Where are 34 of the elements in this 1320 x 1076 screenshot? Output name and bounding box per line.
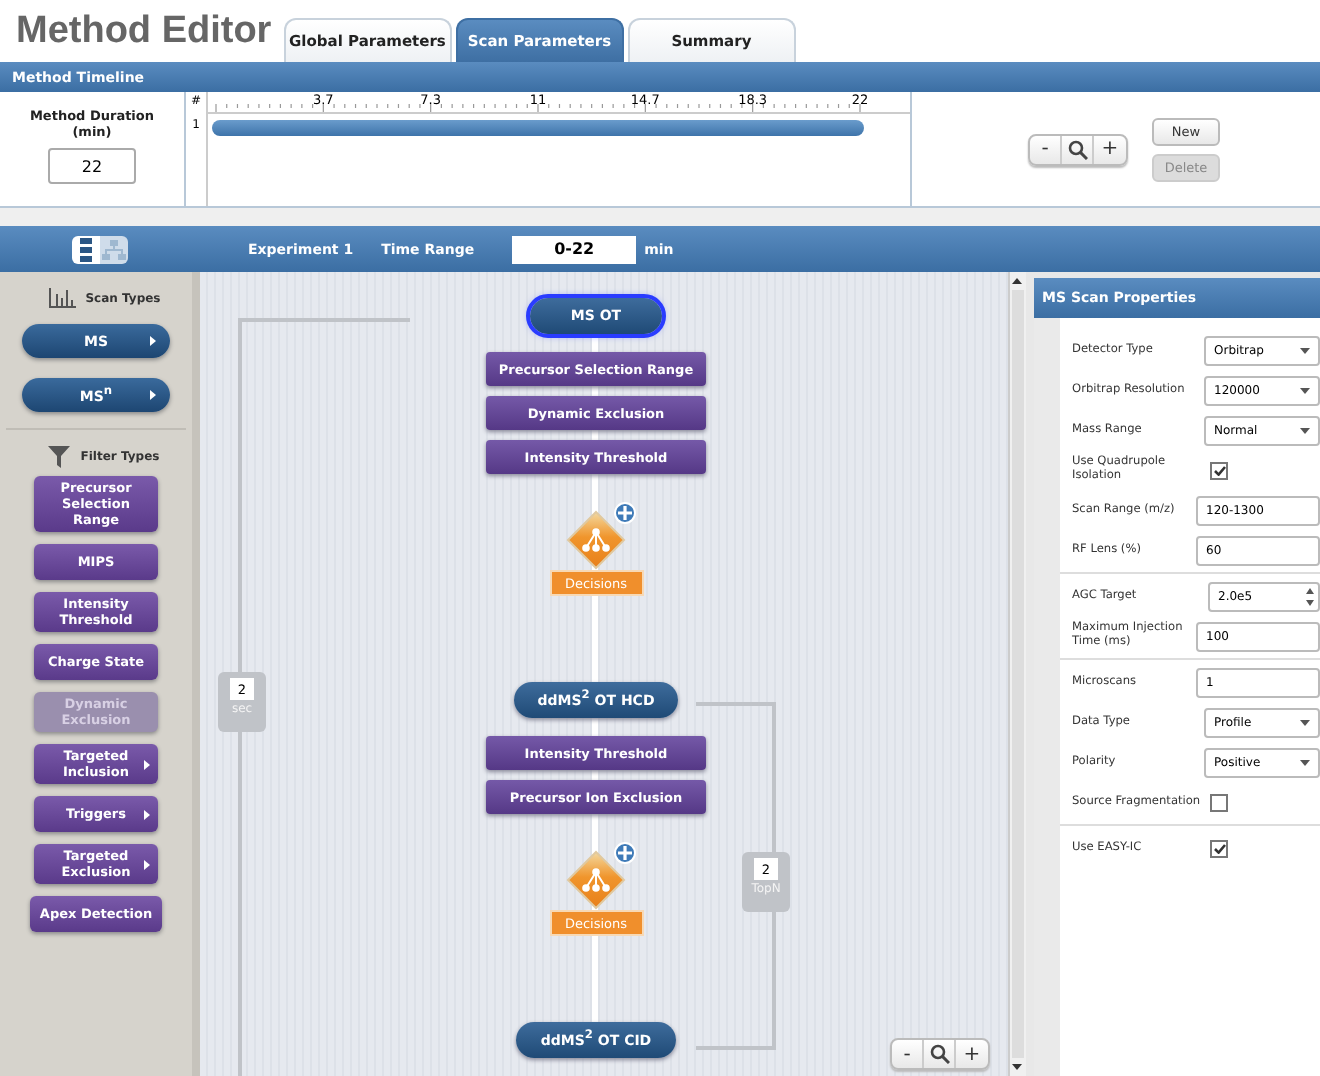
search-icon — [1067, 139, 1087, 159]
caret-down-icon — [1300, 719, 1310, 725]
caret-down-icon — [1300, 347, 1310, 353]
scroll-thumb[interactable] — [1012, 290, 1024, 1058]
filter-icon — [48, 446, 71, 468]
search-icon — [929, 1044, 949, 1064]
input-field[interactable]: 0-22 — [512, 235, 637, 263]
add-button[interactable] — [614, 502, 636, 524]
list-icon — [80, 237, 92, 261]
check-icon — [1213, 465, 1225, 475]
zoom-out-button[interactable]: - — [1030, 135, 1062, 163]
spinner-arrows-icon — [1306, 587, 1314, 605]
input-field[interactable]: 22 — [48, 148, 136, 184]
checkbox[interactable] — [1210, 793, 1228, 811]
tree-icon — [102, 239, 126, 259]
view-toggle[interactable] — [100, 235, 128, 263]
scrollbar[interactable] — [1008, 272, 1026, 1076]
check-icon — [1213, 843, 1225, 853]
zoom-out-button[interactable]: - — [892, 1040, 924, 1068]
checkbox[interactable] — [1210, 461, 1228, 479]
decision-node[interactable] — [566, 850, 626, 910]
caret-down-icon — [1300, 759, 1310, 765]
decision-node[interactable] — [566, 510, 626, 570]
checkbox[interactable] — [1210, 839, 1228, 857]
view-toggle[interactable] — [72, 235, 100, 263]
app-title: Method Editor — [14, 10, 272, 56]
bar-chart-icon — [47, 288, 76, 308]
add-button[interactable] — [614, 842, 636, 864]
plus-icon — [618, 846, 632, 860]
caret-down-icon — [1300, 427, 1310, 433]
zoom-in-button[interactable]: + — [1094, 135, 1126, 163]
caret-down-icon — [1300, 387, 1310, 393]
zoom-in-button[interactable]: + — [956, 1040, 988, 1068]
plus-icon — [618, 506, 632, 520]
